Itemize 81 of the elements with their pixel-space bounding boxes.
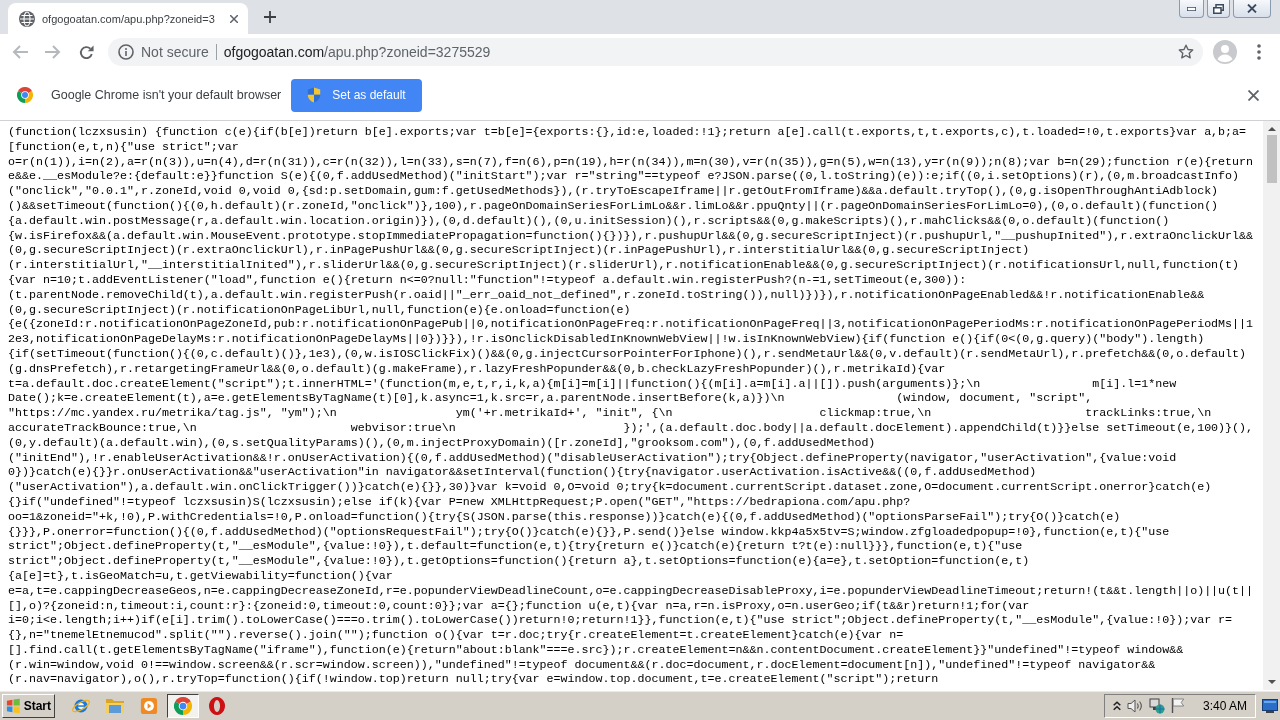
scroll-down-icon[interactable] [1267, 680, 1276, 684]
code-line: strict";Object.defineProperty(t,"__esModule",{value:!0}),t.getOptions=function(){return a},t.setOptions=function(e){a=e},t.setOption=function(e,t) [8, 554, 1030, 569]
code-line: 0})}catch(e){}}r.onUserActivation&&"userActivation"in navigator&&setInterval(function(){try{navigator.userActivation.isActive&&((0,f.addUsedMethod) [8, 465, 1037, 481]
code-line: {}}},P.onerror=function(){(0,f.addUsedMethod)("optionsRequestFail");try{O()}catch(e){}},P.send()}else window.kkp4a5x5tv=S;window.zfgloadedpopup=!0},function(e,t){"use [8, 524, 1170, 540]
infobar-message: Google Chrome isn't your default browser [51, 88, 282, 102]
code-line: e=a,t=e.cappingDecreaseGeos,n=e.cappingDecreaseZoneId,r=e.popunderViewDeadlineCount,o=e.cappingDecreaseDisableProxy,i=e.popunderViewDeadlineTimeout;return!(t&&t.length||o)||u(t|| [8, 583, 1254, 599]
reload-icon [78, 44, 94, 60]
close-icon [1247, 4, 1257, 13]
speaker-icon[interactable] [1126, 698, 1143, 713]
code-line: ()&&setTimeout(function(){(0,h.default)(r.zoneId,"onclick")},100),r.pageOnDomainSeriesForLimLo&&r.limLo&&r.ppuQnty||(r.pageOnDomainSeriesForLimLo=0),(0,o.default)(function() [8, 199, 1219, 214]
more-icon [1257, 44, 1261, 60]
star-icon[interactable] [1178, 44, 1194, 60]
code-line: [].find.call(t.getElementsByTagName("iframe"),function(e){return"about:blank"===e.src});r.createElement=n&&n.contentDocument.createElement}}"undefined"!=typeof window&& [8, 642, 1184, 658]
browser-logo-icon [174, 696, 192, 715]
avatar-icon [1213, 40, 1237, 64]
code-line: (t.parentNode.removeChild(t),a.default.win.registerPush(r.oaid||"_err_oaid_not_defined",r.zoneId.toString()),null)})}),r.notificationOnPageEnabled&&!r.notificationEnable&& [8, 287, 1205, 303]
arrow-left-icon [12, 45, 28, 59]
shield-icon [307, 87, 322, 103]
code-line: (r.nav=navigator),o(),r.tryTop=function(){if(!window.top)return null;try{var e=window.top.document,t=e.createElement("script");return [8, 672, 939, 688]
code-line: ("onclick","0.0.1",r.zoneId,void 0,void 0,{sd:p.setDomain,gum:f.getUsedMethods}),(r.tryToEscapeIframe||r.getOutFromIframe)&&a.default.tryTop(),(0,g.isOpenThroughAntiAdblock) [8, 184, 1219, 199]
code-line: t=a.default.doc.createElement("script");t.innerHTML='(function(m,e,t,r,i,k,a){m[i]=m[i]||function(){(m[i].a=m[i].a||[]).push(arguments)};\n m[i].l=1*new [8, 376, 1177, 392]
code-line: (0,y.default)(a.default.win),(0,s.setQualityParams)(),(0,m.injectProxyDomain)([r.zoneId],"grooksom.com"),(0,f.addUsedMethod) [8, 435, 876, 451]
scrollbar-thumb[interactable] [1266, 135, 1277, 183]
code-line: i=0;i<e.length;i++)if(e[i].trim().toLowerCase()===o.trim().toLowerCase())return!0;return!1}},function(e,t){"use strict";Object.defineProperty(t,"__esModule",{value:!0});var r= [8, 613, 1233, 629]
browser-tab[interactable]: ofgogoatan.com/apu.php?zoneid=3 [8, 3, 248, 34]
code-line: {}if("undefined"!=typeof lczxsusin)S(lczxsusin);else if(k){var P=new XMLHttpRequest;P.open("GET","https://bedrapiona.com/apu.php? [8, 494, 911, 510]
globe-icon [19, 10, 35, 27]
minimize-icon [1187, 6, 1196, 11]
code-line: (r.win=window,void 0!==window.screen&&(r.scr=window.screen)),"undefined"!=typeof document&&(r.doc=document,r.docElement=document[n]),"undefined"!=typeof navigator&& [8, 657, 1156, 673]
code-line: "https://mc.yandex.ru/metrika/tag.js", "ym");\n ym('+r.metrikaId+', "init", {\n clickmap:true,\n trackLinks:true,\n [8, 406, 1212, 421]
code-line: o=r(n(1)),i=n(2),a=r(n(3)),u=n(4),d=r(n(31)),c=r(n(32)),l=n(33),s=n(7),f=n(6),p=n(19),h=r(n(34)),m=n(30),v=r(n(35)),g=n(5),w=n(13),y=r(n(9));n(8);var b=n(29);function r(e){return [8, 154, 1254, 170]
play-icon [140, 696, 158, 715]
scrollbar[interactable] [1263, 121, 1280, 690]
minimize-button[interactable] [1179, 0, 1204, 18]
restore-button[interactable] [1207, 0, 1230, 18]
security-label[interactable]: Not secure [141, 44, 209, 60]
code-line: Date();k=e.createElement(t),a=e.getElementsByTagName(t)[0],k.async=1,k.src=r,a.parentNode.insertBefore(k,a)})\n (window, document, "script", [8, 391, 1093, 407]
code-line: {a[e]=t},t.isGeoMatch=u,t.getViewability=function(){var [8, 568, 393, 584]
code-line: ("userActivation"),a.default.win.onClickTrigger())}catch(e){}},30)}var k=void 0,O=void 0;try{k=document.currentScript.dataset.zone,O=document.currentScript.onerror}catch(e) [8, 480, 1212, 495]
code-line: {var n=10;t.addEventListener("load",function e(){return n<=0?null:"function"!=typeof a.default.win.registerPush?(n-=1,setTimeout(e,300)): [8, 272, 967, 288]
address-bar[interactable]: Not secure ofgogoatan.com/apu.php?zoneid=3275529 [108, 38, 1203, 66]
code-line: ("initEnd"),!r.enableUserActivation&&!r.onUserActivation){(0,f.addUsedMethod)("disableUserActivation");try{Object.defineProperty(navigator,"userActivation",{value:void [8, 450, 1177, 466]
code-line: {w.isFirefox&&(a.default.win.MouseEvent.prototype.stopImmediatePropagation=function(){})}),r.pushupUrl&&(0,g.secureScriptInject)(r.pushupUrl,"__pushupInited"),r.extraOnclickUrl&& [8, 228, 1254, 244]
browser-logo-icon [17, 87, 33, 103]
flag-icon[interactable] [1170, 698, 1185, 713]
close-icon [1247, 89, 1259, 101]
folder-icon [105, 697, 125, 714]
code-line: (g.dnsPrefetch),r.retargetingFrameUrl&&(0,o.default)(g.makeFrame),r.lazyFreshPopunder&&(0,b.checkLazyFreshPopunder)(),r.metrikaId){var [8, 361, 946, 377]
plus-icon [264, 11, 276, 23]
code-line: 2e3,notificationOnPageDelayMs:r.notificationOnPageDelayMs||0})}}),!r.isOnclickDisabledInKnownWebView||!w.isInKnownWebView){if(function e(){if(0<(0,g.query)("body").length) [8, 332, 1205, 347]
code-line: strict";Object.defineProperty(t,"__esModule",{value:!0}),t.default=function(e,t){try{return e()}catch(e){return t?t(e):null}}},function(e,t){"use [8, 539, 1023, 555]
code-line: {if(setTimeout(function(){(0,c.default)()},1e3),(0,w.isIOSClickFix)()&&(0,g.injectCursorPointerForIphone)(),r.sendMetaUrl&&(0,v.default)(r.sendMetaUrl),r.prefetch&&(0,o.default) [8, 346, 1247, 362]
code-line: [],o)?{zoneid:n,timeout:i,count:r}:{zoneid:0,timeout:0,count:0}};var a={};function u(e,t){var n=a,r=n.isProxy,o=n.userGeo;if(t&&r)return!1;for(var [8, 598, 1030, 614]
show-desktop-button[interactable] [1262, 697, 1278, 714]
windows-logo-icon [6, 697, 21, 714]
code-line: oo=1&zoneid="+k,!0),P.withCredentials=!0,P.onload=function(){try{S(JSON.parse(this.response))}catch(e){(0,f.addUsedMethod)("optionsParseFail");try{O()}catch(e) [8, 509, 1121, 525]
network-icon[interactable] [1148, 697, 1165, 714]
code-line: (0,g.secureScriptInject)(r.notificationOnPageLibUrl,null,function(e){e.onload=function(e) [8, 302, 631, 318]
set-default-button[interactable]: Set as default [291, 78, 422, 112]
start-button[interactable]: Start [2, 693, 55, 718]
desktop-icon [1262, 698, 1278, 713]
chevron-up-icon[interactable] [1112, 700, 1121, 711]
code-line: (function(lczxsusin) {function c(e){if(b[e])return b[e].exports;var t=b[e]={exports:{},id:e,loaded:!1};return a[e].call(t.exports,t,t.exports,c),t.loaded=!0,t.exports}var a,b;a= [8, 125, 1247, 140]
arrow-right-icon [45, 45, 61, 59]
close-icon [230, 14, 238, 23]
code-line: accurateTrackBounce:true,\n webvisor:true\n });',(a.default.doc.body||a.default.docElement).appendChild(t)}}else setTimeout(e,100)}(), [8, 420, 1254, 436]
code-line: (r.interstitialUrl,"__interstitialInited"),r.sliderUrl&&(0,g.secureScriptInject)(r.sliderUrl),r.notificationEnable&&(0,g.secureScriptInject)(r.notificationsUrl,null,function(t) [8, 258, 1240, 273]
window-close-button[interactable] [1233, 0, 1271, 18]
code-line: (0,g.secureScriptInject)(r.extraOnclickUrl),r.inPagePushUrl&&(0,g.secureScriptInject)(r.inPagePushUrl),r.interstitialUrl&&(0,g.secureScriptInject) [8, 243, 1030, 259]
code-line: {},n="tnemelEtnemucod".split("").reverse().join("");function o(){var t=r.doc;try{r.createElement=t.createElement}catch(e){var n= [8, 628, 904, 643]
ring-icon [209, 696, 225, 715]
code-line: {e({zoneId:r.notificationOnPageZoneId,pub:r.notificationOnPagePub||0,notificationOnPageFreq:r.notificationOnPageFreq||3,notificationOnPagePeriodMs:r.notificationOnPagePeriodMs||1 [8, 317, 1254, 333]
code-line: e&&e.__esModule?e:{default:e}}function S(e){(0,f.addUsedMethod)("initStart");var r="string"==typeof e?JSON.parse((0,l.toString)(e)):e;if((0,i.setOptions)(r),(0,m.broadcastInfo) [8, 169, 1240, 185]
code-line: [function(e,t,n){"use strict";var [8, 139, 239, 155]
info-icon [118, 44, 134, 60]
restore-icon [1213, 3, 1224, 14]
clock-text[interactable]: 3:40 AM [1202, 698, 1247, 713]
scroll-up-icon[interactable] [1267, 127, 1276, 131]
taskbar-button[interactable] [167, 693, 199, 718]
url-text: ofgogoatan.com/apu.php?zoneid=3275529 [223, 44, 491, 60]
code-line: {a.default.win.postMessage(r,a.default.win.location.origin)}),(0,d.default)(),(0,u.initSession)(),r.scripts&&(0,g.makeScripts)(),r.mahClicks&&(0,o.default)(function() [8, 213, 1170, 229]
